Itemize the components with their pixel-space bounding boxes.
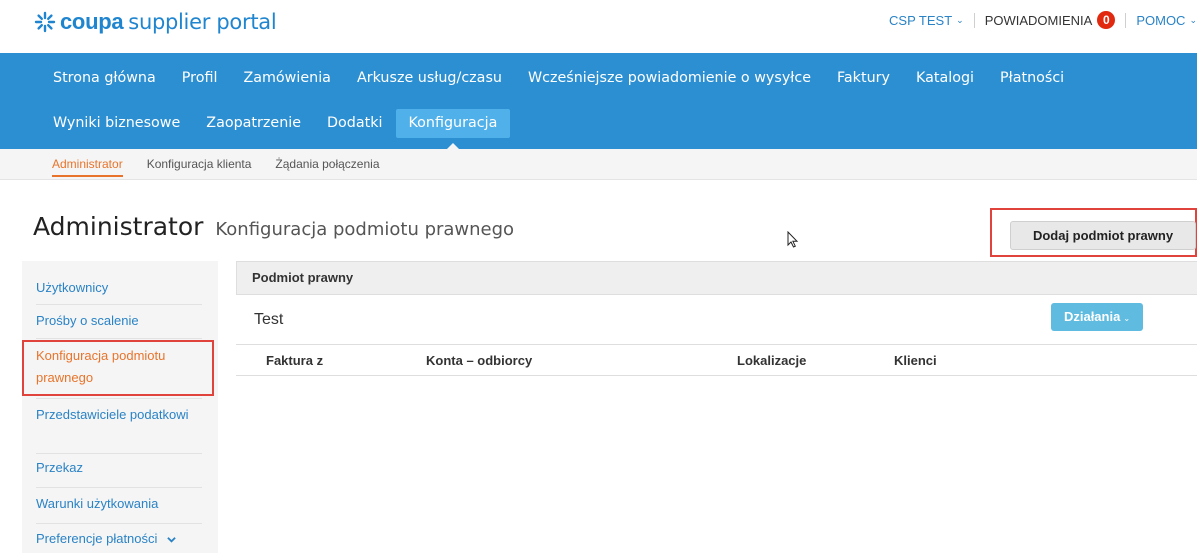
nav-item-profile[interactable]: Profil <box>169 64 231 93</box>
divider <box>36 487 202 488</box>
main-navigation: Strona główna Profil Zamówienia Arkusze … <box>0 53 1197 150</box>
account-menu[interactable]: CSP TEST ⌄ <box>889 13 964 28</box>
utility-nav: CSP TEST ⌄ POWIADOMIENIA 0 POMOC ⌄ <box>889 11 1197 29</box>
actions-label: Działania <box>1063 309 1121 324</box>
chevron-down-icon <box>167 537 176 543</box>
highlight-frame-sidebar-item <box>22 340 214 396</box>
table-header: Faktura z Konta – odbiorcy Lokalizacje K… <box>236 345 1197 376</box>
coupa-logo[interactable]: coupa supplier portal <box>33 9 277 35</box>
logo-brand-text: coupa <box>60 9 124 34</box>
nav-item-sourcing[interactable]: Zaopatrzenie <box>193 109 314 138</box>
column-header-customers: Klienci <box>894 353 937 368</box>
sidebar-item-merge-requests[interactable]: Prośby o scalenie <box>36 310 202 332</box>
panel-header: Podmiot prawny <box>236 261 1197 295</box>
page-title-text: Administrator <box>33 212 204 241</box>
page-title: Administrator Konfiguracja podmiotu praw… <box>33 212 514 241</box>
subnav-item-connection-requests[interactable]: Żądania połączenia <box>263 149 391 180</box>
chevron-down-icon: ⌄ <box>1189 14 1197 25</box>
sidebar-item-payment-preferences[interactable]: Preferencje płatności <box>36 528 202 550</box>
sidebar-item-tax-representatives[interactable]: Przedstawiciele podatkowi <box>36 404 202 426</box>
add-legal-entity-button[interactable]: Dodaj podmiot prawny <box>1010 221 1196 250</box>
account-label: CSP TEST <box>889 12 953 28</box>
chevron-down-icon: ⌄ <box>956 14 964 25</box>
divider <box>36 304 202 305</box>
divider <box>36 523 202 524</box>
notifications-menu[interactable]: POWIADOMIENIA 0 <box>985 11 1116 29</box>
help-menu[interactable]: POMOC ⌄ <box>1136 13 1197 28</box>
notifications-label: POWIADOMIENIA <box>984 12 1093 28</box>
admin-sidebar: Użytkownicy Prośby o scalenie Konfigurac… <box>22 261 218 553</box>
nav-item-orders[interactable]: Zamówienia <box>230 64 344 93</box>
nav-item-business-performance[interactable]: Wyniki biznesowe <box>40 109 193 138</box>
sub-navigation: Administrator Konfiguracja klienta Żądan… <box>0 149 1197 180</box>
nav-item-service-sheets[interactable]: Arkusze usług/czasu <box>344 64 515 93</box>
sidebar-item-remit-to[interactable]: Przekaz <box>36 457 202 479</box>
nav-item-home[interactable]: Strona główna <box>40 64 169 93</box>
divider <box>973 12 975 28</box>
column-header-invoice-from: Faktura z <box>266 353 324 368</box>
top-header: coupa supplier portal CSP TEST ⌄ POWIADO… <box>0 0 1197 53</box>
nav-item-add-ons[interactable]: Dodatki <box>314 109 395 138</box>
divider <box>36 338 202 339</box>
logo-subtitle-text: supplier portal <box>128 10 277 34</box>
help-label: POMOC <box>1136 12 1186 28</box>
main-nav-row-2: Wyniki biznesowe Zaopatrzenie Dodatki Ko… <box>40 109 511 150</box>
column-header-remit-to-accounts: Konta – odbiorcy <box>426 353 533 368</box>
subnav-item-admin[interactable]: Administrator <box>40 149 135 180</box>
nav-item-catalogs[interactable]: Katalogi <box>903 64 987 93</box>
mouse-pointer-icon <box>787 231 799 248</box>
nav-item-invoices[interactable]: Faktury <box>824 64 903 93</box>
nav-item-setup[interactable]: Konfiguracja <box>395 109 511 150</box>
divider <box>36 453 202 454</box>
divider <box>36 398 202 399</box>
actions-dropdown-button[interactable]: Działania ⌄ <box>1051 303 1143 331</box>
notifications-count-badge: 0 <box>1097 11 1116 29</box>
divider <box>1125 12 1127 28</box>
nav-item-advance-ship-notice[interactable]: Wcześniejsze powiadomienie o wysyłce <box>515 64 824 93</box>
coupa-burst-icon <box>34 11 56 33</box>
main-nav-row-1: Strona główna Profil Zamówienia Arkusze … <box>40 64 1077 93</box>
column-header-locations: Lokalizacje <box>737 353 807 368</box>
subnav-item-customer-setup[interactable]: Konfiguracja klienta <box>135 149 264 180</box>
chevron-down-icon: ⌄ <box>1123 314 1131 323</box>
sidebar-item-label: Preferencje płatności <box>36 531 158 546</box>
sidebar-item-users[interactable]: Użytkownicy <box>36 277 202 299</box>
page-subtitle: Konfiguracja podmiotu prawnego <box>215 219 515 240</box>
sidebar-item-terms-of-use[interactable]: Warunki użytkowania <box>36 493 202 515</box>
legal-entity-panel: Podmiot prawny Test Działania ⌄ Faktura z… <box>236 261 1197 553</box>
nav-item-payments[interactable]: Płatności <box>987 64 1077 93</box>
legal-entity-name: Test <box>254 311 284 328</box>
